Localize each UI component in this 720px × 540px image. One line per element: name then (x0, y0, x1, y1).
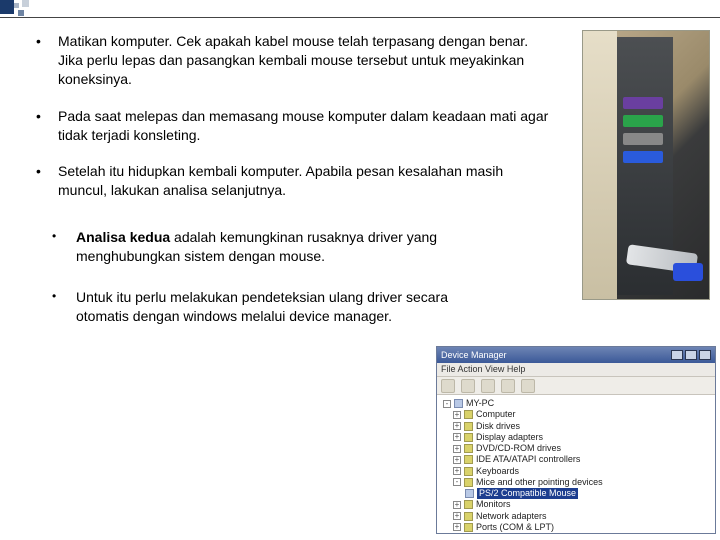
tree-label-selected: PS/2 Compatible Mouse (477, 488, 578, 499)
tree-node[interactable]: + IDE ATA/ATAPI controllers (453, 454, 709, 465)
expand-icon[interactable]: + (453, 445, 461, 453)
window-title: Device Manager (441, 350, 507, 360)
bullet-list-primary: Matikan komputer. Cek apakah kabel mouse… (30, 32, 550, 200)
collapse-icon[interactable]: - (453, 478, 461, 486)
list-item: Setelah itu hidupkan kembali komputer. A… (30, 162, 550, 200)
tree-node[interactable]: + Keyboards (453, 466, 709, 477)
tree-node[interactable]: + DVD/CD-ROM drives (453, 443, 709, 454)
device-icon (464, 444, 473, 453)
device-icon (464, 433, 473, 442)
emphasis-text: Analisa kedua (76, 229, 170, 245)
vga-connector-icon (673, 263, 703, 281)
pc-ports (623, 91, 665, 231)
device-icon (464, 410, 473, 419)
tree-label: Ports (COM & LPT) (476, 522, 554, 533)
tree-label: Computer (476, 409, 516, 420)
list-item: Pada saat melepas dan memasang mouse kom… (30, 107, 550, 145)
device-tree: - MY-PC + Computer + Disk drives + Display a… (437, 395, 715, 533)
divider (0, 17, 720, 18)
expand-icon[interactable]: + (453, 512, 461, 520)
device-icon (464, 512, 473, 521)
tree-label: Network adapters (476, 511, 547, 522)
maximize-icon[interactable] (685, 350, 697, 360)
expand-icon[interactable]: + (453, 411, 461, 419)
device-icon (464, 422, 473, 431)
slide-decor (0, 0, 120, 24)
window-titlebar: Device Manager (437, 347, 715, 363)
serial-port-icon (623, 133, 663, 145)
list-item: Untuk itu perlu melakukan pendeteksian u… (48, 288, 488, 326)
image-pc-back-panel (582, 30, 710, 300)
expand-icon[interactable]: + (453, 456, 461, 464)
toolbar-button[interactable] (501, 379, 515, 393)
expand-icon[interactable]: + (453, 523, 461, 531)
device-icon (464, 523, 473, 532)
tree-node[interactable]: + Monitors (453, 499, 709, 510)
expand-icon[interactable]: + (453, 422, 461, 430)
decor-square-small (18, 10, 24, 16)
tree-label: Keyboards (476, 466, 519, 477)
tree-node[interactable]: + Disk drives (453, 421, 709, 432)
close-icon[interactable] (699, 350, 711, 360)
expand-icon[interactable]: + (453, 467, 461, 475)
computer-icon (454, 399, 463, 408)
window-controls (671, 350, 711, 360)
list-item: Analisa kedua adalah kemungkinan rusakny… (48, 228, 488, 266)
device-icon (464, 455, 473, 464)
tree-label: DVD/CD-ROM drives (476, 443, 561, 454)
tree-node[interactable]: - Mice and other pointing devices (453, 477, 709, 488)
toolbar (437, 377, 715, 395)
minimize-icon[interactable] (671, 350, 683, 360)
bullet-list-secondary: Analisa kedua adalah kemungkinan rusakny… (48, 228, 550, 326)
device-manager-window: Device Manager File Action View Help - MY… (436, 346, 716, 534)
tree-leaf-selected[interactable]: PS/2 Compatible Mouse (465, 488, 709, 499)
toolbar-button[interactable] (441, 379, 455, 393)
device-icon (464, 467, 473, 476)
vga-port-icon (623, 151, 663, 163)
collapse-icon[interactable]: - (443, 400, 451, 408)
expand-icon[interactable]: + (453, 501, 461, 509)
tree-label: Display adapters (476, 432, 543, 443)
tree-root[interactable]: - MY-PC (443, 398, 709, 409)
ps2-keyboard-port-icon (623, 97, 663, 109)
mouse-category-icon (464, 478, 473, 487)
mouse-icon (465, 489, 474, 498)
tree-node[interactable]: + Ports (COM & LPT) (453, 522, 709, 533)
tree-node[interactable]: + Computer (453, 409, 709, 420)
toolbar-button[interactable] (481, 379, 495, 393)
expand-icon[interactable]: + (453, 433, 461, 441)
tree-label: MY-PC (466, 398, 494, 409)
slide-content: Matikan komputer. Cek apakah kabel mouse… (30, 32, 550, 348)
tree-label: Mice and other pointing devices (476, 477, 603, 488)
toolbar-button[interactable] (521, 379, 535, 393)
list-item: Matikan komputer. Cek apakah kabel mouse… (30, 32, 550, 89)
pc-case-side (583, 31, 617, 299)
tree-label: IDE ATA/ATAPI controllers (476, 454, 580, 465)
ps2-mouse-port-icon (623, 115, 663, 127)
decor-square-small (14, 3, 19, 8)
tree-node[interactable]: + Display adapters (453, 432, 709, 443)
toolbar-button[interactable] (461, 379, 475, 393)
tree-label: Disk drives (476, 421, 520, 432)
tree-node[interactable]: + Network adapters (453, 511, 709, 522)
decor-square-small (22, 0, 29, 7)
tree-label: Monitors (476, 499, 511, 510)
device-icon (464, 500, 473, 509)
menu-bar[interactable]: File Action View Help (437, 363, 715, 377)
decor-square-large (0, 0, 14, 14)
